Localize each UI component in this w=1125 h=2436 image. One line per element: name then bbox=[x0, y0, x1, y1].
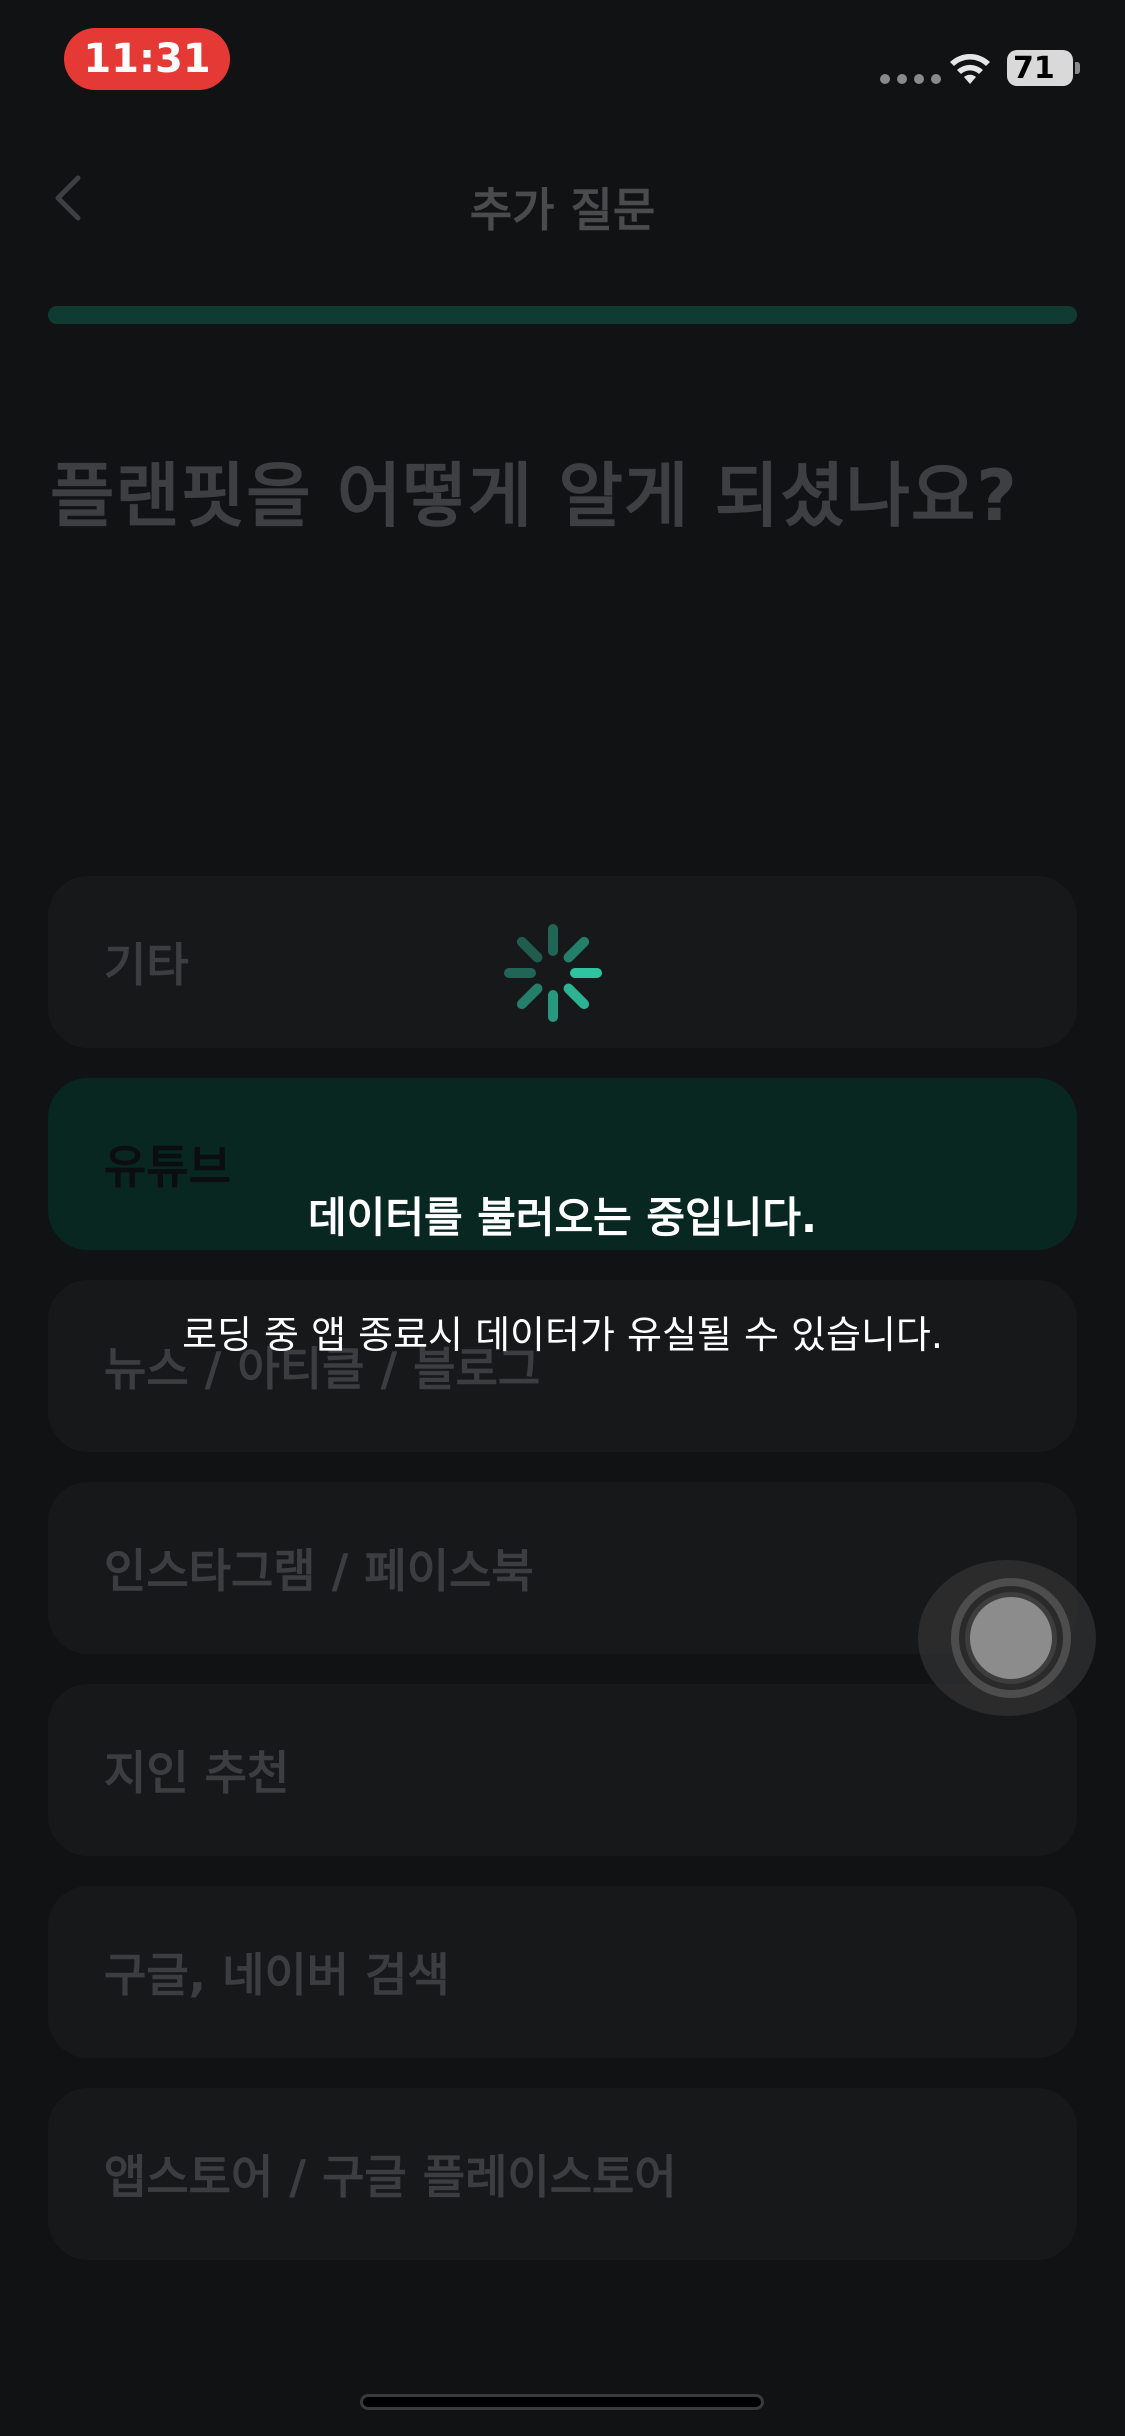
page-title: 추가 질문 bbox=[469, 183, 656, 237]
wifi-icon bbox=[950, 54, 990, 84]
nav-bar: 추가 질문 bbox=[0, 150, 1125, 250]
option-label: 유튜브 bbox=[104, 1140, 231, 1194]
option-label: 앱스토어 / 구글 플레이스토어 bbox=[104, 2150, 677, 2204]
progress-fill bbox=[48, 306, 1077, 324]
assistive-touch-core bbox=[970, 1597, 1052, 1679]
option-item[interactable]: 지인 추천 bbox=[48, 1684, 1077, 1856]
survey-page: 11:31 71 추가 질문 플랜핏을 어떻게 알게 되셨나요? 기타유튜브뉴스… bbox=[0, 0, 1125, 2436]
battery-level: 71 bbox=[1013, 50, 1055, 86]
battery-nub bbox=[1075, 62, 1080, 74]
option-label: 뉴스 / 아티클 / 블로그 bbox=[104, 1342, 541, 1396]
option-label: 지인 추천 bbox=[104, 1746, 290, 1800]
option-list: 기타유튜브뉴스 / 아티클 / 블로그인스타그램 / 페이스북지인 추천구글, … bbox=[48, 876, 1077, 2290]
home-indicator bbox=[360, 2394, 764, 2410]
option-label: 구글, 네이버 검색 bbox=[104, 1948, 450, 2002]
progress-bar bbox=[48, 306, 1077, 324]
option-item[interactable]: 유튜브 bbox=[48, 1078, 1077, 1250]
signal-dots-icon bbox=[880, 74, 941, 84]
option-item[interactable]: 기타 bbox=[48, 876, 1077, 1048]
option-item[interactable]: 앱스토어 / 구글 플레이스토어 bbox=[48, 2088, 1077, 2260]
status-time: 11:31 bbox=[64, 28, 230, 90]
assistive-touch-button[interactable] bbox=[918, 1560, 1096, 1716]
option-label: 인스타그램 / 페이스북 bbox=[104, 1544, 534, 1598]
option-label: 기타 bbox=[104, 938, 189, 992]
option-item[interactable]: 뉴스 / 아티클 / 블로그 bbox=[48, 1280, 1077, 1452]
battery-icon: 71 bbox=[1007, 50, 1073, 86]
question-heading: 플랜핏을 어떻게 알게 되셨나요? bbox=[50, 455, 1018, 537]
status-bar: 11:31 71 bbox=[0, 0, 1125, 120]
option-item[interactable]: 구글, 네이버 검색 bbox=[48, 1886, 1077, 2058]
